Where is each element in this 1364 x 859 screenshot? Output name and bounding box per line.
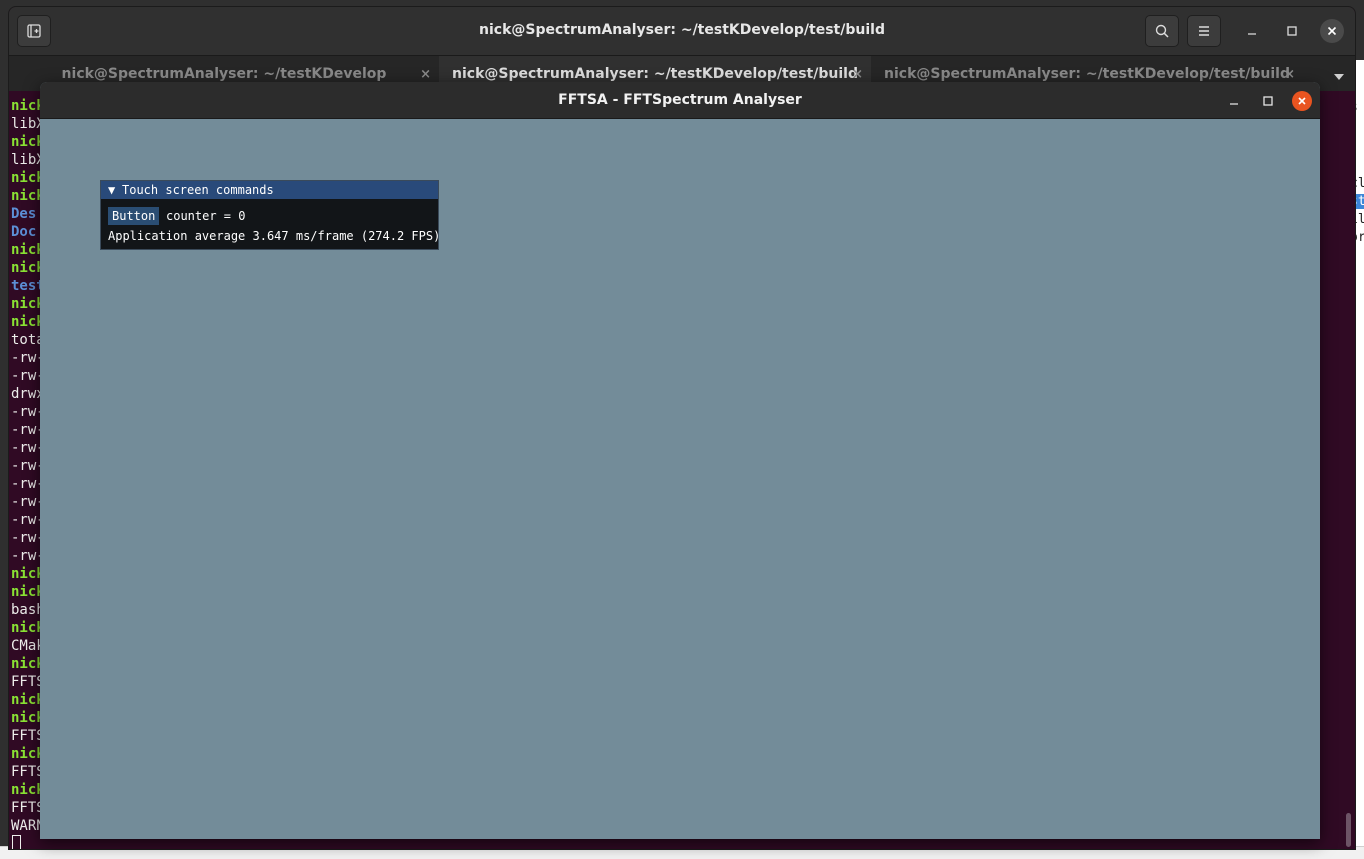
minimize-icon — [1230, 103, 1238, 105]
fps-text: Application average 3.647 ms/frame (274.… — [108, 229, 441, 243]
hamburger-menu-icon — [1199, 26, 1209, 36]
terminal-minimize-button[interactable] — [1240, 19, 1264, 43]
maximize-icon — [1263, 96, 1273, 106]
app-minimize-button[interactable] — [1224, 91, 1244, 111]
terminal-maximize-button[interactable] — [1280, 19, 1304, 43]
tab-close-icon[interactable]: × — [852, 67, 863, 82]
search-button[interactable] — [1145, 15, 1179, 47]
terminal-cursor — [12, 835, 21, 849]
imgui-button[interactable]: Button — [108, 207, 160, 225]
terminal-scrollbar[interactable] — [1346, 813, 1351, 847]
main-menu-button[interactable] — [1187, 15, 1221, 47]
counter-text: counter = 0 — [166, 209, 246, 223]
chevron-down-icon — [1334, 74, 1344, 80]
tab-close-icon[interactable]: × — [1284, 67, 1295, 82]
imgui-window-touch-commands[interactable]: ▼ Touch screen commands Button counter = … — [100, 180, 441, 250]
tab-label: nick@SpectrumAnalyser: ~/testKDevelop — [61, 66, 387, 82]
minimize-icon — [1248, 33, 1256, 35]
imgui-title-text: Touch screen commands — [122, 183, 274, 197]
fftsa-app-window: FFTSA - FFTSpectrum Analyser ▼ Touch scre… — [40, 82, 1320, 839]
collapse-arrow-icon[interactable]: ▼ — [108, 181, 116, 199]
tab-dropdown-button[interactable] — [1333, 68, 1345, 87]
app-close-button[interactable] — [1292, 91, 1312, 111]
close-icon — [1327, 26, 1337, 36]
tab-close-icon[interactable]: × — [420, 67, 431, 82]
tab-label: nick@SpectrumAnalyser: ~/testKDevelop/te… — [884, 66, 1290, 82]
terminal-headerbar: nick@SpectrumAnalyser: ~/testKDevelop/te… — [9, 7, 1355, 55]
tab-label: nick@SpectrumAnalyser: ~/testKDevelop/te… — [452, 66, 858, 82]
imgui-window-title[interactable]: ▼ Touch screen commands — [101, 181, 438, 199]
close-icon — [1298, 97, 1306, 105]
terminal-close-button[interactable] — [1320, 19, 1344, 43]
search-icon — [1155, 24, 1169, 38]
app-maximize-button[interactable] — [1258, 91, 1278, 111]
app-titlebar[interactable]: FFTSA - FFTSpectrum Analyser — [40, 82, 1320, 119]
app-title: FFTSA - FFTSpectrum Analyser — [558, 92, 802, 108]
maximize-icon — [1287, 26, 1297, 36]
